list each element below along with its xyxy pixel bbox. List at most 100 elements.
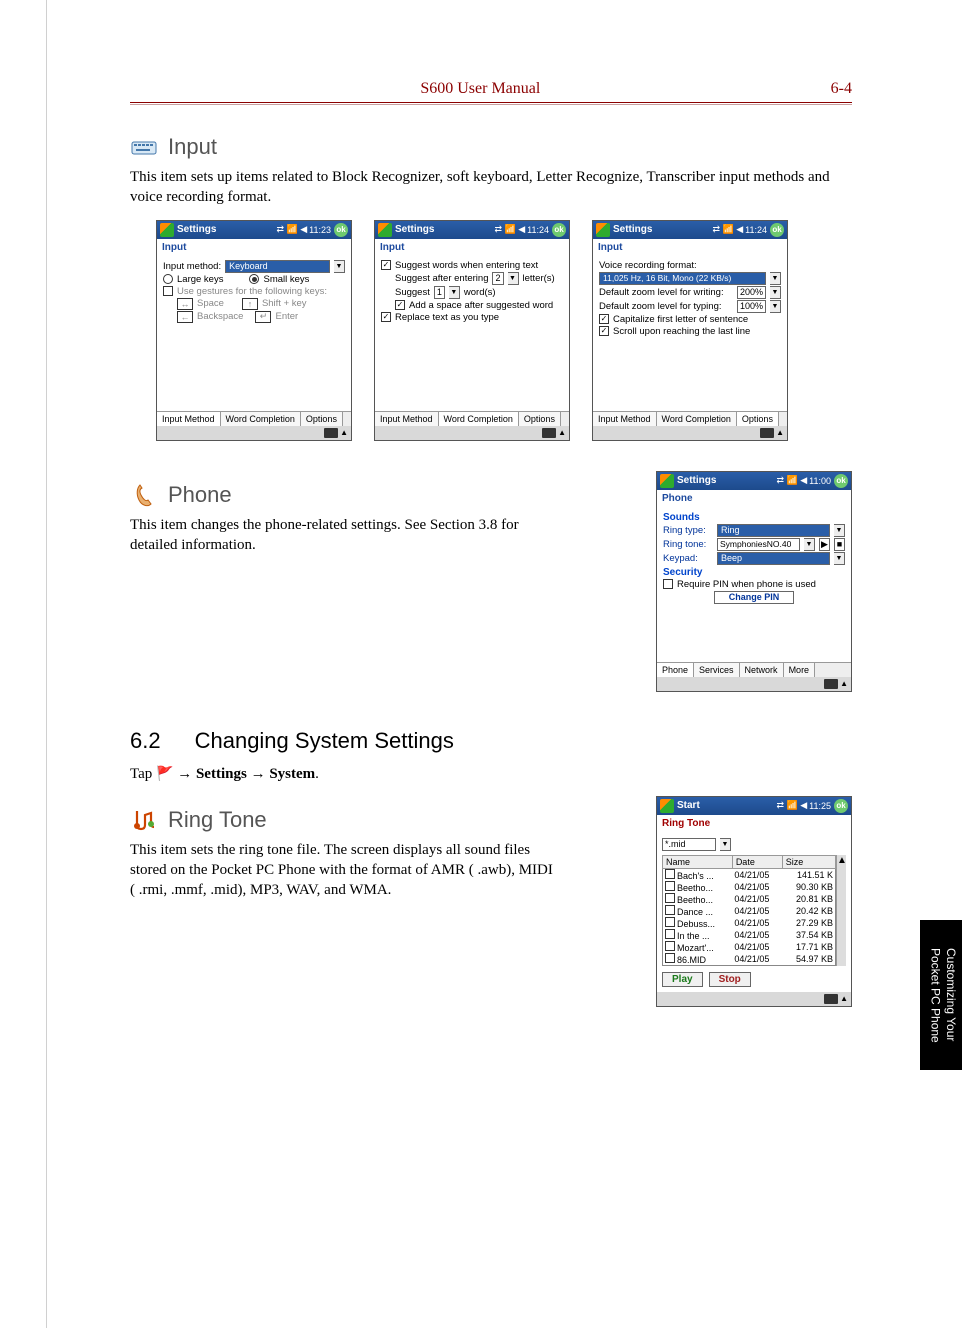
- tab-options[interactable]: Options: [737, 412, 779, 426]
- scrollbar[interactable]: ▲: [836, 855, 846, 966]
- tab-services[interactable]: Services: [694, 663, 740, 677]
- col-size[interactable]: Size: [782, 855, 835, 868]
- suggest-count-label: Suggest: [395, 287, 430, 298]
- stop-button[interactable]: Stop: [709, 972, 751, 987]
- suggest-words-checkbox[interactable]: [381, 260, 391, 270]
- play-button[interactable]: Play: [662, 972, 703, 987]
- dropdown-arrow-icon[interactable]: ▼: [834, 524, 845, 537]
- input-method-select[interactable]: Keyboard: [225, 260, 330, 273]
- replace-text-checkbox[interactable]: [381, 312, 391, 322]
- tab-network[interactable]: Network: [740, 663, 784, 677]
- panel-title: Phone: [657, 490, 851, 508]
- tab-more[interactable]: More: [784, 663, 816, 677]
- suggest-words-label: Suggest words when entering text: [395, 260, 538, 271]
- input-screenshots: Settings ⇄ 📶 ◀ 11:23 ok Input Input meth…: [156, 220, 852, 441]
- scroll-label: Scroll upon reaching the last line: [613, 326, 750, 337]
- space-gesture-icon: ↔: [177, 298, 193, 310]
- small-keys-radio[interactable]: [249, 274, 259, 284]
- sip-keyboard-icon[interactable]: [760, 428, 774, 438]
- window-title: Settings: [613, 224, 709, 235]
- panel-title: Input: [157, 239, 351, 257]
- require-pin-checkbox[interactable]: [663, 579, 673, 589]
- file-row[interactable]: Beetho...04/21/0590.30 KB: [663, 881, 836, 893]
- dropdown-arrow-icon[interactable]: ▼: [804, 538, 815, 551]
- file-row[interactable]: Dance ...04/21/0520.42 KB: [663, 905, 836, 917]
- ok-button[interactable]: ok: [834, 474, 848, 488]
- tab-input-method[interactable]: Input Method: [375, 412, 439, 426]
- play-tone-button[interactable]: ▶: [819, 538, 830, 551]
- tab-phone[interactable]: Phone: [657, 663, 694, 677]
- words-count-select[interactable]: 1: [434, 286, 445, 299]
- sip-up-icon[interactable]: ▲: [340, 428, 348, 437]
- tab-options[interactable]: Options: [519, 412, 561, 426]
- dropdown-arrow-icon[interactable]: ▼: [334, 260, 345, 273]
- shift-gesture-icon: ↑: [242, 298, 258, 310]
- file-list-table[interactable]: Name Date Size Bach's ...04/21/05141.51 …: [662, 855, 836, 966]
- ringtone-heading-text: Ring Tone: [168, 807, 267, 833]
- letters-count-select[interactable]: 2: [492, 272, 503, 285]
- tab-word-completion[interactable]: Word Completion: [439, 412, 519, 426]
- sip-up-icon[interactable]: ▲: [776, 428, 784, 437]
- sip-keyboard-icon[interactable]: [824, 679, 838, 689]
- stop-tone-button[interactable]: ■: [834, 538, 845, 551]
- chapter-thumb-tab: Customizing YourPocket PC Phone: [920, 920, 962, 1070]
- use-gestures-checkbox[interactable]: [163, 286, 173, 296]
- backspace-label: Backspace: [197, 311, 243, 322]
- tab-word-completion[interactable]: Word Completion: [221, 412, 301, 426]
- zoom-typing-label: Default zoom level for typing:: [599, 301, 733, 312]
- header-rule-faint: [130, 104, 852, 105]
- screenshot-phone: Settings ⇄ 📶 ◀ 11:00 ok Phone Sounds Rin…: [656, 471, 852, 692]
- dropdown-arrow-icon[interactable]: ▼: [449, 286, 460, 299]
- sip-up-icon[interactable]: ▲: [558, 428, 566, 437]
- tap-instruction: Tap 🚩 → Settings → System.: [130, 764, 850, 784]
- ok-button[interactable]: ok: [770, 223, 784, 237]
- file-filter-select[interactable]: *.mid: [662, 838, 716, 851]
- status-icons: ⇄ 📶 ◀ 11:24: [712, 224, 767, 235]
- dropdown-arrow-icon[interactable]: ▼: [770, 286, 781, 299]
- zoom-typing-select[interactable]: 100%: [737, 300, 766, 313]
- dropdown-arrow-icon[interactable]: ▼: [720, 838, 731, 851]
- zoom-writing-select[interactable]: 200%: [737, 286, 766, 299]
- dropdown-arrow-icon[interactable]: ▼: [770, 300, 781, 313]
- dropdown-arrow-icon[interactable]: ▼: [770, 272, 781, 285]
- col-date[interactable]: Date: [732, 855, 782, 868]
- require-pin-label: Require PIN when phone is used: [677, 579, 816, 590]
- ring-tone-select[interactable]: SymphoniesNO.40: [717, 538, 800, 551]
- file-row[interactable]: Debuss...04/21/0527.29 KB: [663, 917, 836, 929]
- sip-keyboard-icon[interactable]: [824, 994, 838, 1004]
- dropdown-arrow-icon[interactable]: ▼: [508, 272, 519, 285]
- ok-button[interactable]: ok: [552, 223, 566, 237]
- sip-up-icon[interactable]: ▲: [840, 679, 848, 688]
- add-space-checkbox[interactable]: [395, 300, 405, 310]
- ok-button[interactable]: ok: [834, 799, 848, 813]
- phone-icon: [130, 481, 158, 509]
- file-row[interactable]: Mozart'...04/21/0517.71 KB: [663, 941, 836, 953]
- keypad-select[interactable]: Beep: [717, 552, 830, 565]
- ok-button[interactable]: ok: [334, 223, 348, 237]
- input-description: This item sets up items related to Block…: [130, 167, 850, 208]
- enter-label: Enter: [275, 311, 298, 322]
- capitalize-checkbox[interactable]: [599, 314, 609, 324]
- ring-type-select[interactable]: Ring: [717, 524, 830, 537]
- tab-input-method[interactable]: Input Method: [157, 412, 221, 426]
- change-pin-button[interactable]: Change PIN: [714, 591, 795, 604]
- security-header: Security: [663, 567, 845, 578]
- file-row[interactable]: Beetho...04/21/0520.81 KB: [663, 893, 836, 905]
- tab-options[interactable]: Options: [301, 412, 343, 426]
- large-keys-radio[interactable]: [163, 274, 173, 284]
- tab-input-method[interactable]: Input Method: [593, 412, 657, 426]
- dropdown-arrow-icon[interactable]: ▼: [834, 552, 845, 565]
- enter-gesture-icon: ↵: [255, 311, 271, 323]
- voice-format-select[interactable]: 11,025 Hz, 16 Bit, Mono (22 KB/s): [599, 272, 766, 285]
- col-name[interactable]: Name: [663, 855, 733, 868]
- sip-keyboard-icon[interactable]: [542, 428, 556, 438]
- scroll-checkbox[interactable]: [599, 326, 609, 336]
- sip-keyboard-icon[interactable]: [324, 428, 338, 438]
- tab-word-completion[interactable]: Word Completion: [657, 412, 737, 426]
- page-number: 6-4: [831, 80, 852, 98]
- keypad-label: Keypad:: [663, 553, 713, 564]
- sip-up-icon[interactable]: ▲: [840, 994, 848, 1003]
- file-row[interactable]: In the ...04/21/0537.54 KB: [663, 929, 836, 941]
- file-row[interactable]: 86.MID04/21/0554.97 KB: [663, 953, 836, 966]
- file-row[interactable]: Bach's ...04/21/05141.51 K: [663, 868, 836, 881]
